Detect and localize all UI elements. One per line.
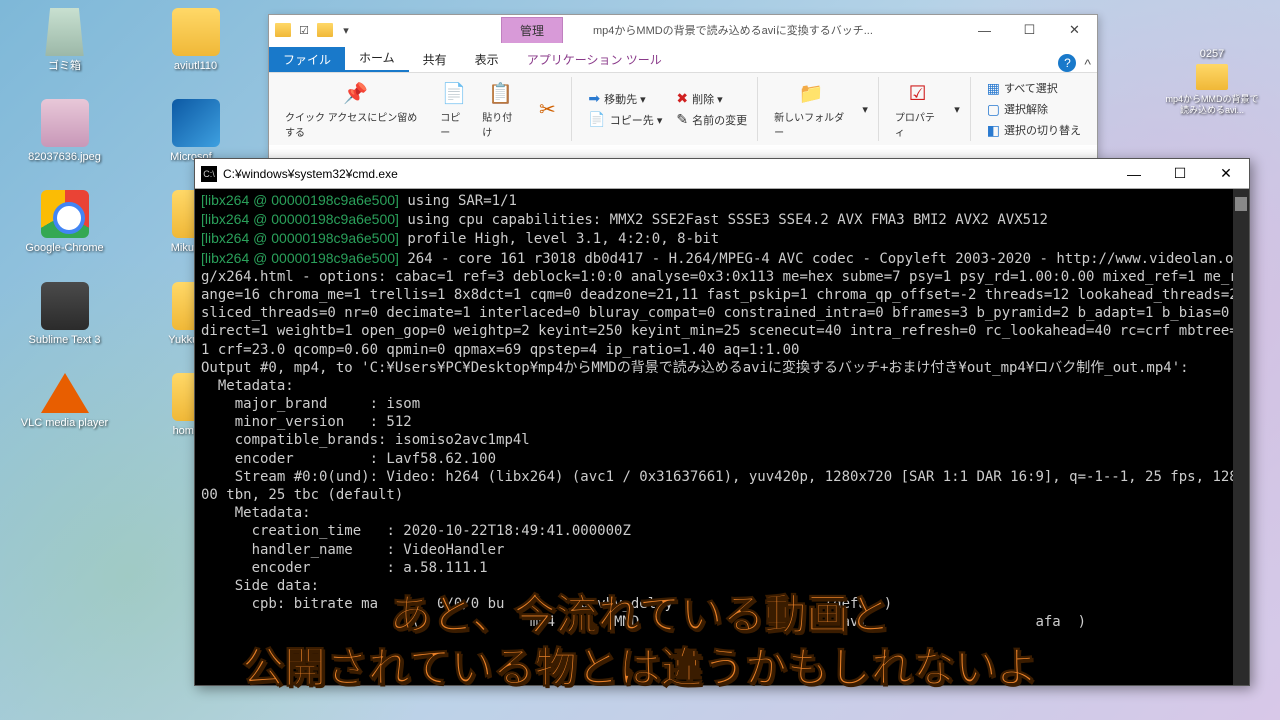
paste-button[interactable]: 📋貼り付け <box>478 77 523 141</box>
button-label: 名前の変更 <box>692 112 747 128</box>
select-all-button[interactable]: ▦すべて選択 <box>983 79 1085 98</box>
button-label: 移動先 ▾ <box>604 91 646 107</box>
trash-icon <box>41 8 89 56</box>
button-label: すべて選択 <box>1004 80 1058 96</box>
ribbon: 📌クイック アクセスにピン留めする 📄コピー 📋貼り付け ✂ ➡移動先 ▾ 📄コ… <box>269 73 1097 145</box>
titlebar[interactable]: ☑ ▾ 管理 mp4からMMDの背景で読み込めるaviに変換するバッチ... —… <box>269 15 1097 45</box>
task-label: mp4からMMDの背景で読み込めるavi... <box>1162 94 1262 116</box>
icon-label: VLC media player <box>21 417 108 430</box>
delete-icon: ✖ <box>676 90 688 107</box>
new-folder-icon: 📁 <box>797 79 825 107</box>
select-none-button[interactable]: ▢選択解除 <box>983 100 1085 119</box>
explorer-window: ☑ ▾ 管理 mp4からMMDの背景で読み込めるaviに変換するバッチ... —… <box>268 14 1098 159</box>
move-to-button[interactable]: ➡移動先 ▾ <box>584 89 666 108</box>
taskbar-preview: 0257 mp4からMMDの背景で読み込めるavi... <box>1162 48 1262 116</box>
close-button[interactable]: ✕ <box>1052 15 1097 45</box>
copy-icon: 📄 <box>440 79 468 107</box>
properties-icon: ☑ <box>904 79 932 107</box>
titlebar[interactable]: C:\ C:¥windows¥system32¥cmd.exe — ☐ ✕ <box>195 159 1249 189</box>
icon-recycle-bin[interactable]: ゴミ箱 <box>10 8 120 73</box>
ribbon-tabs: ファイル ホーム 共有 表示 アプリケーション ツール ? ^ <box>269 45 1097 73</box>
window-controls: — ☐ ✕ <box>1111 159 1249 189</box>
arrow-icon: ➡ <box>588 90 600 107</box>
help-icon[interactable]: ? <box>1058 54 1076 72</box>
cmd-icon: C:\ <box>201 166 217 182</box>
button-label: 削除 ▾ <box>692 91 723 107</box>
tab-view[interactable]: 表示 <box>461 47 513 72</box>
icon-sublime[interactable]: Sublime Text 3 <box>10 282 120 347</box>
copy-icon: 📄 <box>588 111 605 128</box>
button-label: プロパティ <box>895 109 940 139</box>
pin-icon: 📌 <box>342 79 370 107</box>
icon-label: 82037636.jpeg <box>28 151 101 164</box>
image-icon <box>41 99 89 147</box>
icon-vlc[interactable]: VLC media player <box>10 373 120 438</box>
sublime-icon <box>41 282 89 330</box>
rename-button[interactable]: ✎名前の変更 <box>672 110 751 129</box>
rename-icon: ✎ <box>676 111 688 128</box>
icon-label: aviutl110 <box>174 60 217 73</box>
quick-access-toolbar: ☑ ▾ <box>269 15 361 45</box>
button-label: 選択解除 <box>1004 101 1048 117</box>
minimize-button[interactable]: — <box>962 15 1007 45</box>
invert-selection-button[interactable]: ◧選択の切り替え <box>983 121 1085 140</box>
cut-button[interactable]: ✂ <box>529 93 565 125</box>
terminal-output[interactable]: [libx264 @ 00000198c9a6e500] using SAR=1… <box>195 189 1249 685</box>
clock: 0257 <box>1200 48 1224 60</box>
icon-edge[interactable]: Microsof... <box>141 99 251 164</box>
window-controls: — ☐ ✕ <box>962 15 1097 45</box>
pin-quick-access-button[interactable]: 📌クイック アクセスにピン留めする <box>281 77 430 141</box>
icon-chrome[interactable]: Google-Chrome <box>10 190 120 255</box>
dropdown-icon: ▾ <box>862 103 868 116</box>
icon-jpeg[interactable]: 82037636.jpeg <box>10 99 120 164</box>
select-all-icon: ▦ <box>987 80 1000 97</box>
select-none-icon: ▢ <box>987 101 1000 118</box>
icon-aviutl[interactable]: aviutl110 <box>141 8 251 73</box>
collapse-ribbon-icon[interactable]: ^ <box>1084 56 1091 72</box>
edge-icon <box>172 99 220 147</box>
scrollbar-thumb[interactable] <box>1235 197 1247 211</box>
qat-dropdown[interactable]: ▾ <box>337 21 355 39</box>
folder-icon <box>275 23 291 37</box>
tab-share[interactable]: 共有 <box>409 47 461 72</box>
window-title: C:¥windows¥system32¥cmd.exe <box>223 167 1111 181</box>
dropdown-icon: ▾ <box>954 103 960 116</box>
copy-button[interactable]: 📄コピー <box>436 77 472 141</box>
chrome-icon <box>41 190 89 238</box>
copy-to-button[interactable]: 📄 コピー先 ▾ <box>584 110 666 129</box>
button-label: コピー先 ▾ <box>610 112 663 128</box>
button-label: 選択の切り替え <box>1004 122 1081 138</box>
contextual-tab-manage[interactable]: 管理 <box>501 17 563 43</box>
button-label: 貼り付け <box>482 109 519 139</box>
minimize-button[interactable]: — <box>1111 159 1157 189</box>
new-item-button[interactable]: ▾ <box>858 102 872 117</box>
cmd-window: C:\ C:¥windows¥system32¥cmd.exe — ☐ ✕ [l… <box>194 158 1250 686</box>
maximize-button[interactable]: ☐ <box>1007 15 1052 45</box>
paste-icon: 📋 <box>487 79 515 107</box>
folder-icon <box>172 8 220 56</box>
icon-label: Google-Chrome <box>25 242 103 255</box>
icon-label: Sublime Text 3 <box>29 334 101 347</box>
button-label: 新しいフォルダー <box>774 109 848 139</box>
tab-home[interactable]: ホーム <box>345 45 409 72</box>
vlc-icon <box>41 373 89 413</box>
delete-button[interactable]: ✖削除 ▾ <box>672 89 751 108</box>
invert-icon: ◧ <box>987 122 1000 139</box>
window-title: mp4からMMDの背景で読み込めるaviに変換するバッチ... <box>563 22 962 38</box>
qat-button[interactable]: ☑ <box>295 21 313 39</box>
tab-app-tools[interactable]: アプリケーション ツール <box>513 47 676 72</box>
scrollbar[interactable] <box>1233 189 1249 685</box>
folder-icon[interactable] <box>1196 64 1228 90</box>
tab-file[interactable]: ファイル <box>269 47 345 72</box>
new-folder-button[interactable]: 📁新しいフォルダー <box>770 77 852 141</box>
open-button[interactable]: ▾ <box>950 102 964 117</box>
maximize-button[interactable]: ☐ <box>1157 159 1203 189</box>
close-button[interactable]: ✕ <box>1203 159 1249 189</box>
icon-label: ゴミ箱 <box>48 60 81 73</box>
properties-button[interactable]: ☑プロパティ <box>891 77 944 141</box>
folder-icon <box>317 23 333 37</box>
cut-icon: ✂ <box>533 95 561 123</box>
button-label: クイック アクセスにピン留めする <box>285 109 426 139</box>
button-label: コピー <box>440 109 468 139</box>
